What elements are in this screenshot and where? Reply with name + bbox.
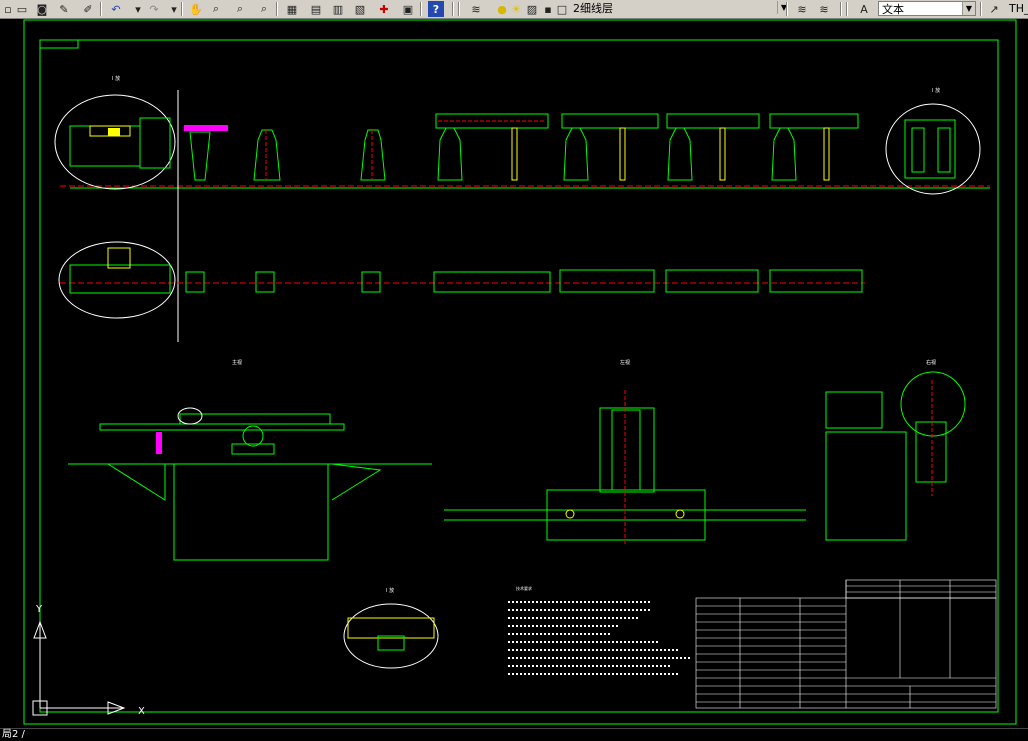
layer-color-icon[interactable]: □ [554,1,570,17]
title-block [695,579,997,709]
zoom-realtime-icon[interactable]: ⌕ [208,1,224,17]
zoom-previous-icon[interactable]: ⌕ [256,1,272,17]
svg-text:技术要求: 技术要求 [516,585,532,591]
front-section-view: 主视 [68,359,432,561]
text-style-value: 文本 [882,3,904,16]
properties-icon[interactable]: ▦ [284,1,300,17]
text-style-combo[interactable]: 文本 ▼ [878,1,976,16]
ucs-icon: Y X [32,604,145,717]
dimension-style-icon[interactable]: ↗ [986,1,1002,17]
svg-text:左视: 左视 [620,359,630,366]
design-center-icon[interactable]: ▤ [308,1,324,17]
chevron-down-icon[interactable]: ▼ [962,2,975,15]
layer-previous-icon[interactable]: ≋ [794,1,810,17]
command-text: 局2 / [2,729,25,740]
zoom-window-icon[interactable]: ⌕ [232,1,248,17]
redo-icon[interactable]: ↷ [146,1,162,17]
sheet-set-icon[interactable]: ▧ [352,1,368,17]
svg-text:I 放: I 放 [932,87,940,94]
technical-notes: 技术要求 [508,585,690,675]
detail-view: I 放 [343,587,439,669]
layer-state-icon[interactable]: ≋ [816,1,832,17]
match-properties-icon[interactable]: ✐ [80,1,96,17]
top-elevation-view: I 放 I 放 [54,75,990,342]
side-view: 左视 [444,359,806,545]
motor-view: 右视 [825,359,966,541]
dimension-style-combo[interactable]: TH_ [1006,1,1028,16]
tool-palettes-icon[interactable]: ▥ [330,1,346,17]
brush-icon[interactable]: ✎ [56,1,72,17]
drawing-canvas[interactable]: I 放 I 放 主视 左视 右视 I 放 技术要求 Y X [0,18,1028,728]
plan-view [58,241,865,319]
layer-combo-value: 2细线层 [573,2,613,15]
layer-manager-icon[interactable]: ≋ [468,1,484,17]
cad-drawing: I 放 I 放 主视 左视 右视 I 放 技术要求 Y X [23,19,1017,725]
layer-freeze-sun-icon[interactable]: ☀ [508,1,524,17]
svg-text:I 放: I 放 [386,587,394,594]
calculator-icon[interactable]: ▣ [400,1,416,17]
svg-text:I 放: I 放 [112,75,120,82]
standard-toolbar: ▫ ▭ ◙ ✎ ✐ ↶ ▾ ↷ ▾ ✋ ⌕ ⌕ ⌕ ▦ ▤ ▥ ▧ ✚ ▣ ? … [0,0,1028,19]
layer-viewport-icon[interactable]: ▨ [524,1,540,17]
svg-text:主视: 主视 [232,359,242,366]
svg-text:X: X [138,706,145,717]
undo-icon[interactable]: ↶ [108,1,124,17]
layer-combo[interactable]: 2细线层 ▼ [570,1,790,16]
open-folder-icon[interactable]: ▭ [14,1,30,17]
markup-icon[interactable]: ✚ [376,1,392,17]
pan-icon[interactable]: ✋ [188,1,204,17]
save-icon[interactable]: ◙ [34,1,50,17]
text-style-icon[interactable]: A [856,1,872,17]
undo-dropdown-icon[interactable]: ▾ [130,1,146,17]
svg-text:右视: 右视 [926,359,936,366]
dimension-style-value: TH_ [1009,2,1028,15]
help-icon[interactable]: ? [428,1,444,17]
command-line[interactable]: 局2 / [0,728,1028,740]
svg-text:Y: Y [35,604,43,615]
redo-dropdown-icon[interactable]: ▾ [166,1,182,17]
chevron-down-icon[interactable]: ▼ [777,1,790,14]
